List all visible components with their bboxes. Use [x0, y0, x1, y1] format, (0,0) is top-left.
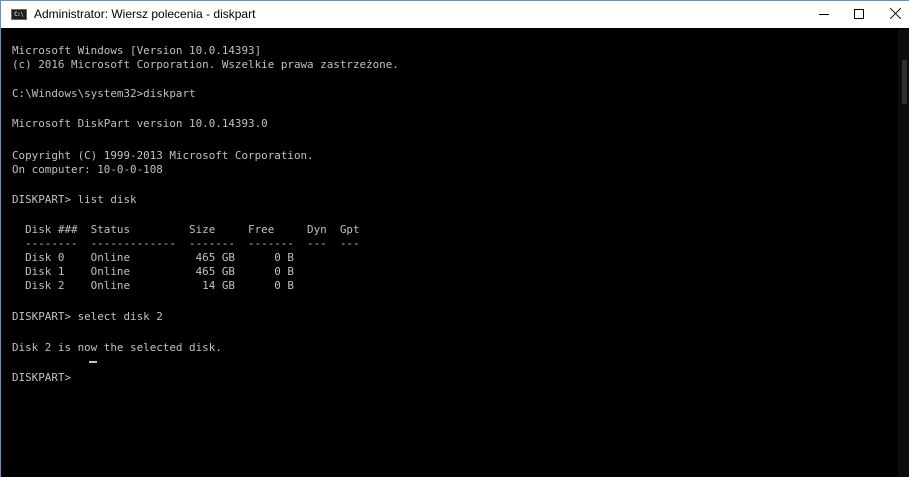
disk-table-row: Disk 2 Online 14 GB 0 B [12, 279, 294, 292]
console-line: DISKPART> select disk 2 [12, 310, 163, 323]
console-line: Microsoft DiskPart version 10.0.14393.0 [12, 117, 268, 130]
console-line: DISKPART> list disk [12, 193, 137, 206]
console-line: On computer: 10-0-0-108 [12, 163, 163, 176]
close-button[interactable] [871, 1, 909, 28]
disk-table-separator: -------- ------------- ------- ------- -… [12, 237, 360, 250]
console-line: (c) 2016 Microsoft Corporation. Wszelkie… [12, 58, 399, 71]
disk-table-header: Disk ### Status Size Free Dyn Gpt [12, 223, 360, 236]
command-prompt-window: C:\ Administrator: Wiersz polecenia - di… [0, 0, 909, 477]
disk-table-row: Disk 0 Online 465 GB 0 B [12, 251, 294, 264]
minimize-icon [819, 14, 829, 15]
console-line: Copyright (C) 1999-2013 Microsoft Corpor… [12, 149, 314, 162]
console-line: C:\Windows\system32>diskpart [12, 87, 196, 100]
title-bar[interactable]: C:\ Administrator: Wiersz polecenia - di… [1, 1, 909, 28]
scrollbar-thumb[interactable] [902, 60, 907, 104]
text-cursor [89, 361, 97, 363]
maximize-icon [854, 9, 864, 19]
vertical-scrollbar[interactable] [898, 29, 909, 477]
cmd-icon-glyph: C:\ [14, 11, 24, 18]
console-output[interactable]: Microsoft Windows [Version 10.0.14393] (… [1, 29, 898, 477]
console-line: Disk 2 is now the selected disk. [12, 341, 222, 354]
console-line: Microsoft Windows [Version 10.0.14393] [12, 44, 262, 57]
window-title: Administrator: Wiersz polecenia - diskpa… [34, 7, 256, 21]
command-prompt-line[interactable]: DISKPART> [12, 371, 78, 384]
cmd-icon[interactable]: C:\ [11, 9, 27, 20]
disk-table-row: Disk 1 Online 465 GB 0 B [12, 265, 294, 278]
close-icon [889, 7, 902, 20]
